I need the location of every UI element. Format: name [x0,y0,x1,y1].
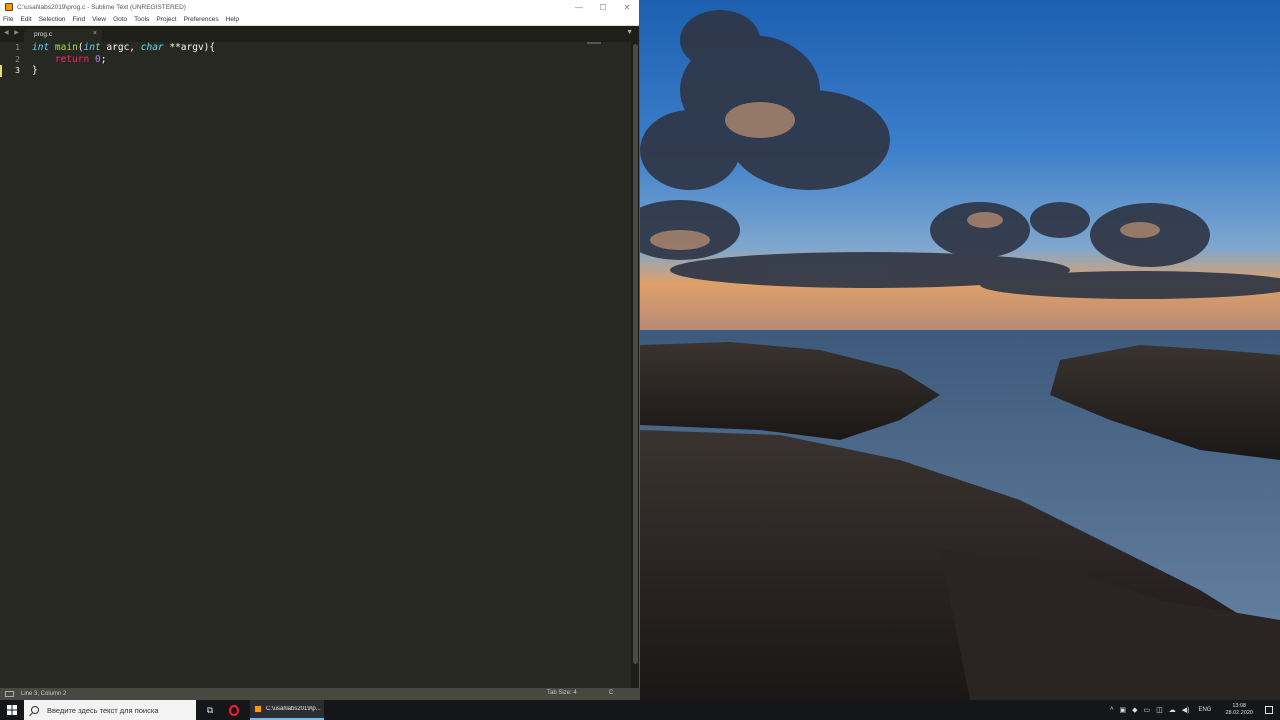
tab-scroll-arrows-icon[interactable]: ◀ ▶ [4,29,21,36]
app-tray-icon[interactable]: ◆ [1132,706,1137,714]
folder-icon[interactable]: ▭ [1143,706,1150,714]
code-line[interactable]: 1 int main(int argc, char **argv){ [0,42,632,54]
windows-logo-icon [7,705,17,715]
tab-prog-c[interactable]: prog.c × [24,29,102,42]
menu-project[interactable]: Project [156,16,176,23]
menu-goto[interactable]: Goto [113,16,127,23]
input-language[interactable]: ENG [1198,707,1211,713]
clock[interactable]: 13:08 28.02.2020 [1225,703,1253,717]
menu-view[interactable]: View [92,16,106,23]
clock-date: 28.02.2020 [1225,710,1253,716]
search-icon [31,706,39,714]
start-button[interactable] [0,700,24,720]
tab-close-icon[interactable]: × [93,30,97,37]
code-token: char [140,42,164,54]
show-hidden-icons-icon[interactable]: ^ [1110,707,1113,714]
defender-icon[interactable]: ▣ [1119,706,1126,714]
close-button[interactable]: ✕ [615,0,639,14]
code-token: main [54,42,78,54]
line-number: 1 [15,43,20,53]
code-text: } [32,65,38,76]
notifications-icon[interactable] [1265,706,1273,714]
search-placeholder: Введите здесь текст для поиска [47,705,159,715]
menu-preferences[interactable]: Preferences [184,16,219,23]
code-token: argc, [100,42,141,54]
code-text: int main(int argc, char **argv){ [32,42,215,53]
tab-size[interactable]: Tab Size: 4 [547,690,577,696]
menu-selection[interactable]: Selection [39,16,66,23]
menu-find[interactable]: Find [72,16,85,23]
code-token: **argv){ [163,42,216,54]
sublime-app-icon [5,3,13,11]
editor-scrollbar[interactable] [631,42,639,688]
taskbar-search-input[interactable]: Введите здесь текст для поиска [24,700,196,720]
tab-label: prog.c [34,31,53,38]
code-line[interactable]: 3} [0,65,632,77]
menu-help[interactable]: Help [226,16,239,23]
line-number: 3 [15,66,20,76]
title-bar[interactable]: C:\usal\labs2019\prog.c - Sublime Text (… [0,0,639,14]
code-token: ; [100,53,107,65]
minimize-button[interactable]: — [567,0,591,14]
window-title: C:\usal\labs2019\prog.c - Sublime Text (… [17,3,186,11]
cursor-position: Line 3, Column 2 [21,691,67,697]
code-token: } [32,65,38,77]
tab-bar: ◀ ▶ prog.c × ▼ [0,26,639,42]
tab-list-dropdown-icon[interactable]: ▼ [626,29,633,36]
code-editor[interactable]: 1 int main(int argc, char **argv){2 retur… [0,42,632,688]
code-line[interactable]: 2 return 0; [0,54,632,66]
panel-toggle-icon[interactable] [5,691,14,697]
menu-tools[interactable]: Tools [134,16,149,23]
taskbar-app-sublime[interactable]: C:\usal\labs2019\p... [250,700,324,720]
code-lines: 1 int main(int argc, char **argv){2 retur… [0,42,632,77]
menu-edit[interactable]: Edit [20,16,31,23]
code-token: int [32,42,50,54]
maximize-button[interactable]: ☐ [591,0,615,14]
minimap[interactable] [587,42,601,44]
desktop-wallpaper [640,0,1280,700]
volume-icon[interactable]: ◀) [1182,706,1190,714]
taskbar-app-label: C:\usal\labs2019\p... [266,706,321,712]
opera-browser-icon[interactable] [222,700,246,720]
menu-file[interactable]: File [3,16,13,23]
seascape-image [640,0,1280,700]
scrollbar-thumb[interactable] [633,44,638,664]
cloud-icon[interactable]: ☁ [1169,706,1176,714]
window-controls: — ☐ ✕ [567,0,639,14]
system-tray: ^ ▣ ◆ ▭ ◫ ☁ ◀) ENG 13:08 28.02.2020 [1107,700,1280,720]
code-token: return [54,53,90,65]
clock-time: 13:08 [1232,703,1247,709]
menu-bar: File Edit Selection Find View Goto Tools… [0,14,639,26]
code-text: return 0; [32,53,107,65]
task-view-icon[interactable]: ⧉ [198,700,222,720]
line-number: 2 [15,54,20,64]
sublime-taskbar-icon [254,705,262,713]
syntax-mode[interactable]: C [609,690,613,696]
status-bar: Line 3, Column 2 Tab Size: 4 C [0,688,640,700]
sublime-text-window: C:\usal\labs2019\prog.c - Sublime Text (… [0,0,640,700]
taskbar: Введите здесь текст для поиска ⧉ C:\usal… [0,700,1280,720]
network-icon[interactable]: ◫ [1156,706,1163,714]
code-token: int [83,42,101,54]
